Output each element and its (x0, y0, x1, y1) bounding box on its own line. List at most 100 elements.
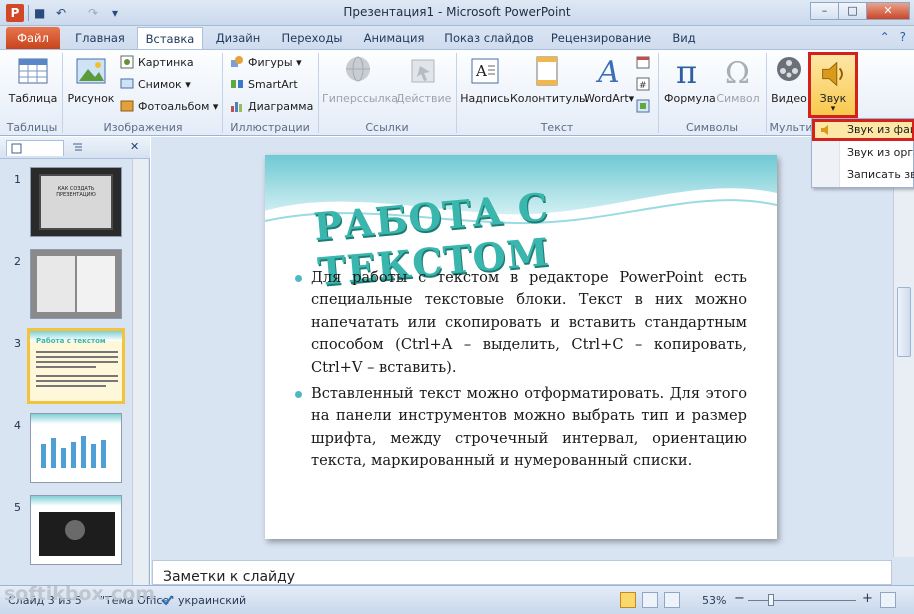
zoom-slider[interactable] (748, 600, 856, 601)
group-label-illustrations: Иллюстрации (230, 121, 310, 134)
slide-canvas[interactable]: РАБОТА С ТЕКСТОМ Для работы с текстом в … (265, 155, 777, 539)
svg-text:#: # (639, 81, 647, 91)
slide-body[interactable]: Для работы с текстом в редакторе PowerPo… (295, 267, 747, 477)
slides-tab-icon (11, 143, 22, 154)
header-footer-button[interactable]: Колонтитулы (510, 54, 588, 118)
tab-transitions[interactable]: Переходы (276, 27, 348, 49)
group-separator (658, 53, 659, 133)
video-button[interactable]: Видео (770, 54, 808, 118)
title-bar: P ■ ↶ ↷ ▾ Презентация1 - Microsoft Power… (0, 0, 914, 26)
reading-view-icon[interactable] (664, 592, 680, 608)
tab-slideshow[interactable]: Показ слайдов (440, 27, 538, 49)
normal-view-icon[interactable] (620, 592, 636, 608)
slide-thumbnail-4[interactable] (30, 413, 122, 483)
svg-text:A: A (475, 62, 487, 80)
maximize-button[interactable]: □ (838, 2, 867, 20)
menu-item-sound-from-organizer[interactable]: Звук из организатора клипов... (812, 142, 914, 164)
slide-number-icon[interactable]: # (636, 76, 654, 94)
hyperlink-icon (346, 56, 370, 82)
wordart-button[interactable]: A WordArt▾ (584, 54, 634, 118)
slide-thumbnail-1[interactable]: КАК СОЗДАТЬ ПРЕЗЕНТАЦИЮ (30, 167, 122, 237)
tab-view[interactable]: Вид (664, 27, 704, 49)
notes-placeholder: Заметки к слайду (163, 569, 296, 585)
object-icon[interactable] (636, 98, 654, 116)
tab-insert[interactable]: Вставка (137, 27, 203, 49)
notes-input[interactable]: Заметки к слайду (152, 560, 892, 585)
scrollbar-thumb[interactable] (897, 287, 911, 357)
textbox-button[interactable]: A Надпись (460, 54, 510, 118)
minimize-ribbon-icon[interactable]: ⌃ (880, 30, 890, 44)
smartart-button[interactable]: SmartArt (230, 76, 298, 94)
screenshot-button[interactable]: Снимок ▾ (120, 76, 191, 94)
table-button[interactable]: Таблица (8, 54, 58, 118)
formula-button[interactable]: π Формула (664, 54, 716, 118)
slide-thumbnail-2[interactable] (30, 249, 122, 319)
spellcheck-icon[interactable] (160, 593, 174, 607)
picture-icon (76, 58, 106, 84)
film-reel-icon (777, 57, 801, 81)
notes-pane: Заметки к слайду (151, 557, 914, 585)
slide-number: 1 (14, 173, 21, 186)
tab-design[interactable]: Дизайн (208, 27, 268, 49)
slide-thumbnail-5[interactable] (30, 495, 122, 565)
svg-text:π: π (676, 54, 697, 88)
fit-to-window-icon[interactable] (880, 592, 896, 608)
help-icon[interactable]: ? (900, 30, 906, 44)
zoom-slider-thumb[interactable] (768, 594, 774, 606)
vertical-scrollbar[interactable] (893, 137, 914, 557)
group-separator (222, 53, 223, 133)
zoom-level[interactable]: 53% (702, 594, 726, 607)
menu-item-record-sound[interactable]: Записать звук... (812, 164, 914, 186)
tab-slides[interactable] (6, 140, 64, 156)
slide-sorter-icon[interactable] (642, 592, 658, 608)
slide-number: 3 (14, 337, 21, 350)
formula-icon: π (676, 54, 697, 88)
screenshot-icon (120, 78, 134, 89)
picture-button[interactable]: Рисунок (67, 54, 115, 118)
tab-home[interactable]: Главная (68, 27, 132, 49)
hyperlink-button[interactable]: Гиперссылка (322, 54, 398, 118)
clipart-icon (120, 55, 134, 69)
minimize-button[interactable]: – (810, 2, 839, 20)
language[interactable]: украинский (178, 594, 246, 607)
zoom-in-button[interactable]: + (862, 591, 873, 606)
svg-text:A: A (595, 55, 620, 88)
slideshow-icon[interactable] (686, 592, 696, 608)
action-button[interactable]: Действие (396, 54, 451, 118)
help-area: ⌃ ? (880, 30, 906, 44)
group-label-links: Ссылки (365, 121, 409, 134)
zoom-out-button[interactable]: − (734, 591, 745, 606)
group-label-tables: Таблицы (6, 121, 58, 134)
sound-button[interactable]: Звук ▾ (808, 52, 858, 118)
speaker-icon (822, 61, 843, 87)
slide-number: 4 (14, 419, 21, 432)
slides-pane: ✕ 1 КАК СОЗДАТЬ ПРЕЗЕНТАЦИЮ 2 3 Работа с… (0, 137, 150, 585)
group-separator (62, 53, 63, 133)
symbol-button[interactable]: Ω Символ (714, 54, 762, 118)
chart-button[interactable]: Диаграмма (230, 98, 313, 116)
tab-animation[interactable]: Анимация (356, 27, 432, 49)
window-title: Презентация1 - Microsoft PowerPoint (343, 5, 571, 19)
slide-thumbnail-3[interactable]: Работа с текстом (27, 328, 125, 404)
slides-pane-tabs: ✕ (0, 137, 150, 159)
tab-review[interactable]: Рецензирование (546, 27, 656, 49)
clipart-button[interactable]: Картинка (120, 54, 194, 72)
group-label-symbols: Символы (685, 121, 739, 134)
tab-outline[interactable] (68, 140, 126, 156)
ribbon-tabs: Файл Главная Вставка Дизайн Переходы Ани… (0, 26, 914, 49)
date-time-icon[interactable] (636, 54, 654, 72)
watermark-text: softikbox.com (4, 583, 156, 605)
smartart-icon (231, 80, 243, 88)
tab-file[interactable]: Файл (6, 27, 60, 49)
slides-pane-scrollbar[interactable] (132, 159, 148, 585)
photoalbum-button[interactable]: Фотоальбом ▾ (120, 98, 218, 116)
close-pane-icon[interactable]: ✕ (130, 140, 144, 156)
shapes-icon (231, 56, 243, 67)
group-label-media: Мульти (769, 121, 813, 134)
ribbon: Таблица Рисунок Картинка Снимок ▾ Фотоал… (0, 49, 914, 136)
speaker-icon (821, 125, 828, 135)
shapes-button[interactable]: Фигуры ▾ (230, 54, 302, 72)
sound-dropdown-menu: Звук из файла... Звук из организатора кл… (811, 118, 914, 188)
close-button[interactable]: ✕ (866, 2, 910, 20)
photoalbum-icon (120, 100, 134, 112)
